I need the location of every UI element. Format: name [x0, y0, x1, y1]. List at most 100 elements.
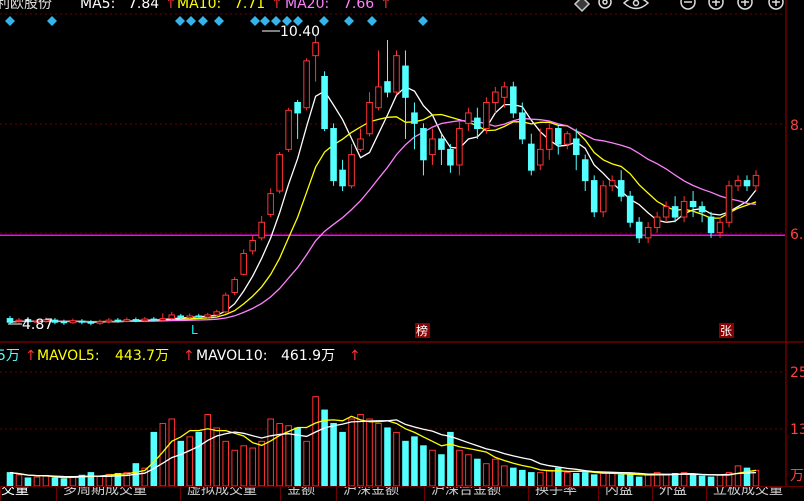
volume-bar[interactable] [258, 440, 265, 487]
candle[interactable] [707, 211, 715, 238]
volume-bar[interactable] [168, 418, 176, 487]
candle[interactable] [330, 123, 337, 186]
candle[interactable] [617, 170, 625, 202]
volume-bar[interactable] [716, 474, 724, 487]
volume-bar[interactable] [177, 440, 185, 487]
volume-bar[interactable] [312, 396, 319, 487]
candle[interactable] [734, 175, 742, 192]
candle[interactable] [456, 120, 463, 176]
volume-bar[interactable] [186, 436, 194, 487]
candle[interactable] [339, 159, 346, 192]
volume-panel[interactable]: 5万 ↑ MAVOL5: 443.7万 ↑ MAVOL10: 461.9万 ↑ … [0, 348, 804, 487]
candle[interactable] [276, 151, 283, 194]
candle[interactable] [357, 128, 364, 152]
candle[interactable] [258, 216, 265, 241]
candle[interactable] [6, 315, 14, 324]
diamond-icon[interactable] [367, 16, 377, 26]
candle[interactable] [572, 128, 580, 171]
tab-shsz-amount[interactable]: 沪深金额 [336, 487, 424, 501]
diamond-icon[interactable] [186, 16, 196, 26]
diamond-icon[interactable] [573, 0, 591, 13]
volume-bar[interactable] [698, 475, 706, 487]
candle[interactable] [159, 313, 167, 322]
candle[interactable] [420, 123, 427, 176]
diamond-icon[interactable] [5, 16, 15, 26]
diamond-icon[interactable] [250, 16, 260, 26]
tab-amount[interactable]: 金额 [280, 487, 336, 501]
volume-bar[interactable] [537, 472, 544, 487]
candle[interactable] [671, 196, 679, 223]
volume-bar[interactable] [545, 469, 553, 487]
candle[interactable] [267, 188, 274, 218]
volume-bar[interactable] [581, 472, 589, 487]
volume-bar[interactable] [240, 445, 247, 487]
volume-bar[interactable] [519, 469, 526, 487]
candle[interactable] [231, 276, 238, 296]
volume-bar[interactable] [285, 425, 292, 487]
candle[interactable] [545, 123, 553, 160]
volume-bar[interactable] [689, 474, 697, 487]
candle[interactable] [725, 180, 733, 228]
candle[interactable] [563, 131, 571, 150]
eye-icon[interactable] [622, 0, 650, 10]
diamond-icon[interactable] [319, 16, 329, 26]
volume-bar[interactable] [303, 440, 310, 487]
candle[interactable] [581, 154, 589, 192]
volume-bar[interactable] [339, 431, 346, 487]
volume-bar[interactable] [572, 472, 580, 487]
event-diamonds[interactable] [5, 16, 428, 26]
candle[interactable] [590, 175, 598, 218]
volume-bar[interactable] [276, 422, 283, 487]
candle[interactable] [644, 222, 652, 244]
candle[interactable] [465, 107, 472, 132]
volume-bar[interactable] [510, 467, 517, 487]
candle[interactable] [635, 217, 643, 244]
plus-circle-icon[interactable] [708, 0, 724, 10]
candle[interactable] [402, 50, 409, 139]
candles[interactable] [6, 34, 760, 326]
tab-volume[interactable]: 成交量 [0, 487, 56, 501]
candle[interactable] [240, 249, 247, 276]
volume-bar[interactable] [420, 445, 427, 487]
candle[interactable] [312, 34, 319, 82]
indicator-tabs[interactable]: 成交量 多周期成交量 虚拟成交量 金额 沪深金额 沪深合金额 换手率 内盘 外盘… [0, 486, 804, 501]
volume-bar[interactable] [195, 431, 203, 487]
candle[interactable] [438, 133, 445, 165]
candle[interactable] [483, 97, 490, 134]
candle[interactable] [528, 133, 535, 176]
candle[interactable] [294, 99, 301, 139]
volume-bar[interactable] [87, 472, 95, 487]
volume-bar[interactable] [617, 474, 625, 487]
candle[interactable] [213, 309, 221, 316]
plus-circle-icon[interactable] [768, 0, 784, 10]
volume-bar[interactable] [492, 458, 499, 487]
candle[interactable] [752, 170, 760, 192]
volume-bar[interactable] [528, 472, 535, 487]
candle[interactable] [662, 201, 670, 223]
volume-bar[interactable] [42, 475, 50, 487]
volume-bar[interactable] [222, 440, 229, 487]
candle[interactable] [204, 312, 212, 319]
tab-outer-volume[interactable]: 外盘 [652, 487, 706, 501]
volume-bar[interactable] [671, 472, 679, 487]
volume-bar[interactable] [51, 477, 59, 487]
candle[interactable] [105, 318, 113, 324]
volume-bar[interactable] [33, 476, 41, 487]
volume-bar[interactable] [456, 449, 463, 487]
price-panel[interactable]: 8. 6. 10.40 4.87 L 榜 张 利欧股份 MA5: 7.84 ↑ … [0, 0, 804, 486]
candle[interactable] [123, 317, 131, 323]
volume-bar[interactable] [608, 472, 616, 487]
volume-bar[interactable] [411, 436, 418, 487]
candle[interactable] [222, 292, 229, 314]
tab-virtual-volume[interactable]: 虚拟成交量 [180, 487, 280, 501]
volume-bar[interactable] [501, 465, 508, 487]
tab-turnover[interactable]: 换手率 [528, 487, 598, 501]
volume-bar[interactable] [483, 463, 490, 487]
candle[interactable] [78, 319, 86, 325]
diamond-icon[interactable] [175, 16, 185, 26]
plus-circle-icon[interactable] [737, 0, 753, 10]
tab-inner-volume[interactable]: 内盘 [598, 487, 652, 501]
volume-bar[interactable] [204, 414, 212, 487]
volume-bar[interactable] [6, 472, 14, 487]
tag-zhang[interactable]: 张 [720, 324, 732, 338]
